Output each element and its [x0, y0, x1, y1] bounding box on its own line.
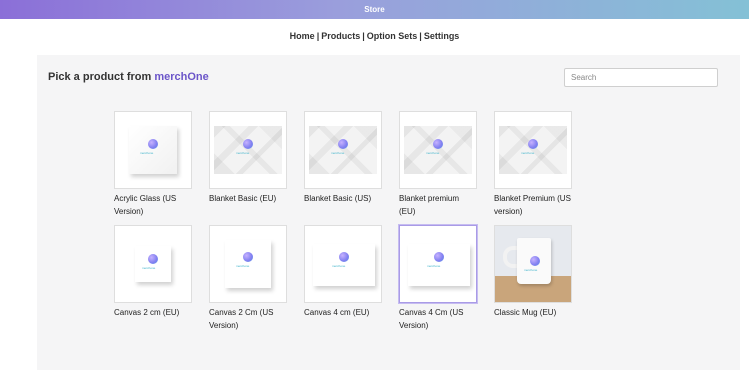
blanket-mockup: merchone — [494, 111, 572, 189]
canvas-mockup: merchone — [114, 225, 192, 303]
main-nav: Home | Products | Option Sets | Settings — [0, 19, 749, 53]
nav-separator: | — [316, 31, 320, 41]
canvas-mockup: merchone — [399, 225, 477, 303]
nav-separator: | — [362, 31, 365, 41]
product-card[interactable]: merchone Classic Mug (EU) — [494, 225, 572, 332]
product-card[interactable]: merchone Acrylic Glass (US Version) — [114, 111, 192, 218]
product-name: Canvas 4 Cm (US Version) — [399, 308, 464, 330]
blanket-mockup: merchone — [304, 111, 382, 189]
app-header: Store — [0, 0, 749, 19]
nav-option-sets[interactable]: Option Sets — [367, 31, 418, 41]
nav-separator: | — [419, 31, 422, 41]
product-name: Canvas 2 cm (EU) — [114, 308, 180, 317]
search-input[interactable] — [564, 68, 718, 87]
product-card[interactable]: merchone Blanket Basic (EU) — [209, 111, 287, 218]
product-name: Blanket premium (EU) — [399, 194, 460, 216]
product-card[interactable]: merchone Canvas 4 Cm (US Version) — [399, 225, 477, 332]
blanket-mockup: merchone — [399, 111, 477, 189]
product-card[interactable]: merchone Canvas 2 Cm (US Version) — [209, 225, 287, 332]
canvas-mockup: merchone — [209, 225, 287, 303]
product-grid: merchone Acrylic Glass (US Version) merc… — [114, 111, 572, 332]
product-name: Blanket Basic (EU) — [209, 194, 277, 203]
brand-name: merchOne — [154, 71, 209, 83]
page-title-text: Pick a product from — [48, 71, 152, 83]
product-card[interactable]: merchone Blanket premium (EU) — [399, 111, 477, 218]
app-title: Store — [364, 5, 385, 14]
product-card[interactable]: merchone Blanket Basic (US) — [304, 111, 382, 218]
product-card[interactable]: merchone Canvas 4 cm (EU) — [304, 225, 382, 332]
product-name: Canvas 2 Cm (US Version) — [209, 308, 274, 330]
product-picker-panel: Pick a product from merchOne merchone Ac… — [37, 55, 740, 370]
blanket-mockup: merchone — [209, 111, 287, 189]
product-name: Canvas 4 cm (EU) — [304, 308, 370, 317]
nav-products[interactable]: Products — [321, 31, 360, 41]
acrylic-glass-mockup: merchone — [114, 111, 192, 189]
page-title: Pick a product from merchOne — [48, 71, 209, 83]
nav-home[interactable]: Home — [290, 31, 315, 41]
nav-settings[interactable]: Settings — [424, 31, 460, 41]
product-name: Classic Mug (EU) — [494, 308, 557, 317]
canvas-mockup: merchone — [304, 225, 382, 303]
product-name: Blanket Premium (US version) — [494, 194, 571, 216]
product-name: Blanket Basic (US) — [304, 194, 372, 203]
product-card[interactable]: merchone Canvas 2 cm (EU) — [114, 225, 192, 332]
product-name: Acrylic Glass (US Version) — [114, 194, 177, 216]
product-card[interactable]: merchone Blanket Premium (US version) — [494, 111, 572, 218]
mug-mockup: merchone — [494, 225, 572, 303]
